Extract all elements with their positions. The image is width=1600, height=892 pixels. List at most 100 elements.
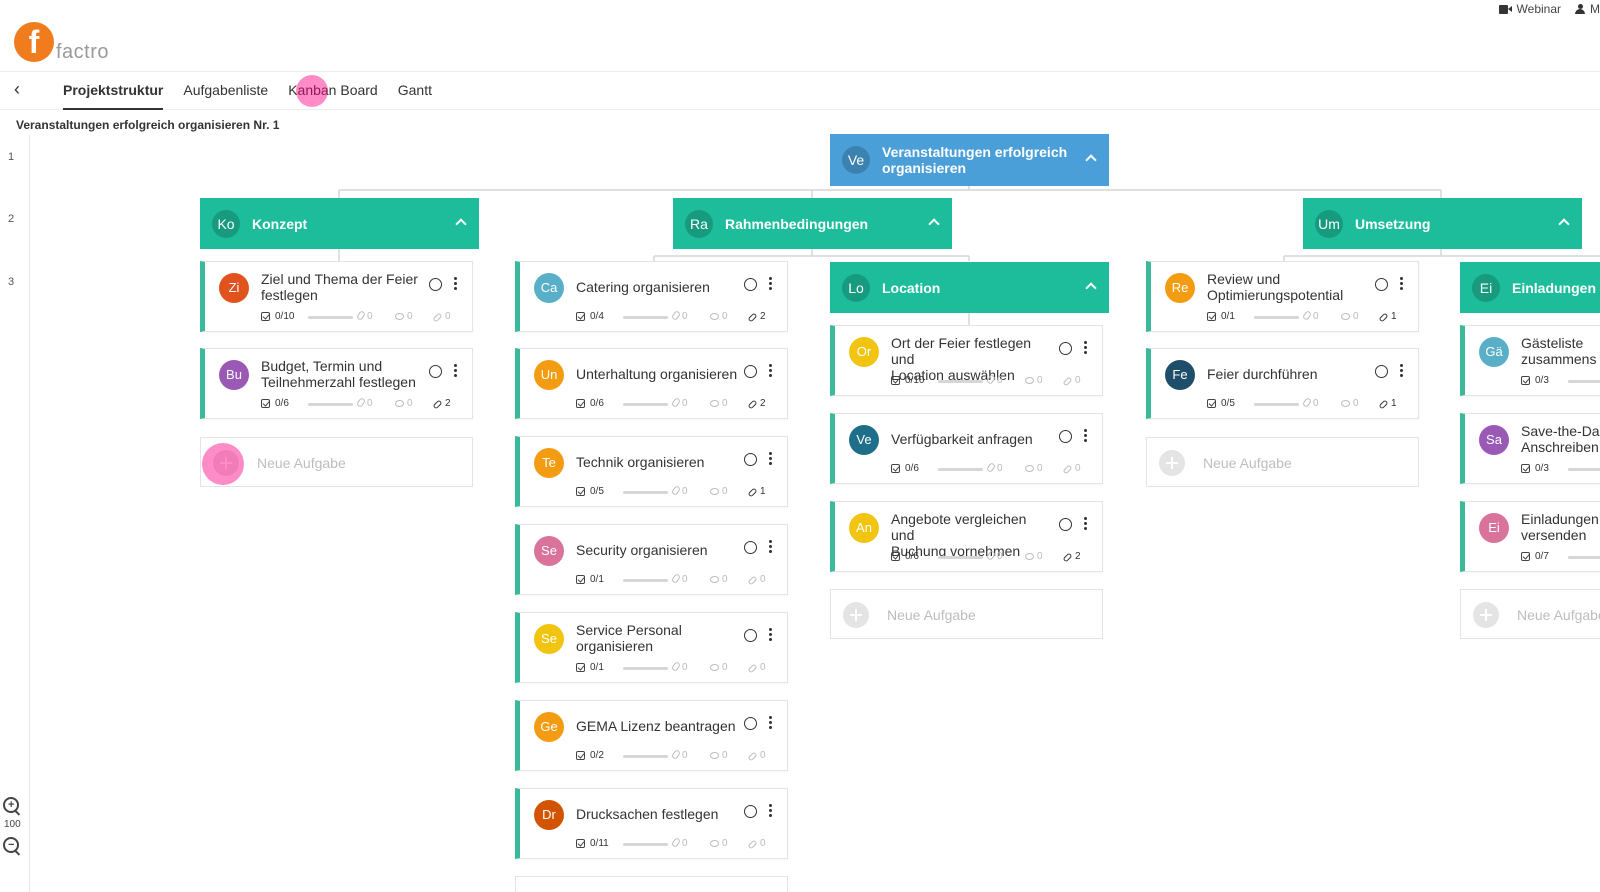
more-vertical-icon[interactable] [1084, 341, 1088, 355]
status-circle-icon[interactable] [1059, 518, 1072, 531]
tab-gantt[interactable]: Gantt [398, 72, 432, 110]
collapse-chevron-icon[interactable] [1085, 154, 1097, 166]
more-vertical-icon[interactable] [1400, 364, 1404, 378]
task-card[interactable]: Ca Catering organisieren 0/4 0 0 2 [515, 261, 788, 332]
collapse-chevron-icon[interactable] [1558, 218, 1570, 230]
root-package[interactable]: Ve Veranstaltungen erfolgreich organisie… [830, 134, 1109, 186]
status-circle-icon[interactable] [744, 541, 757, 554]
status-circle-icon[interactable] [744, 805, 757, 818]
task-card[interactable]: Se Security organisieren 0/1 0 0 0 [515, 524, 788, 595]
more-vertical-icon[interactable] [1084, 517, 1088, 531]
tab-projektstruktur[interactable]: Projektstruktur [63, 72, 164, 110]
progress-bar [623, 579, 668, 582]
level-column [0, 135, 30, 892]
more-vertical-icon[interactable] [454, 364, 458, 378]
task-title: GEMA Lizenz beantragen [576, 718, 736, 734]
task-card[interactable]: Un Unterhaltung organisieren 0/6 0 0 2 [515, 348, 788, 419]
more-vertical-icon[interactable] [1400, 277, 1404, 291]
task-card[interactable]: Or Ort der Feier festlegen und Location au… [830, 325, 1103, 396]
attachment-count: 0 [670, 573, 688, 585]
task-metrics: 0/5 0 0 1 [576, 485, 776, 499]
subtask-count: 0/6 [275, 398, 289, 409]
factro-logo[interactable]: f factro [14, 22, 134, 66]
task-card[interactable]: Ei Einladungen versenden 0/7 [1460, 501, 1600, 572]
more-vertical-icon[interactable] [769, 540, 773, 554]
status-circle-icon[interactable] [744, 717, 757, 730]
collapse-chevron-icon[interactable] [928, 218, 940, 230]
more-vertical-icon[interactable] [769, 804, 773, 818]
task-card[interactable]: Ge GEMA Lizenz beantragen 0/2 0 0 0 [515, 700, 788, 771]
tab-bar: ‹ Projektstruktur Aufgabenliste Kanban B… [0, 72, 1600, 110]
link-icon [432, 312, 443, 323]
package-umsetzung[interactable]: Um Umsetzung [1303, 198, 1582, 249]
plus-icon [1159, 450, 1185, 476]
collapse-chevron-icon[interactable] [455, 218, 467, 230]
task-card[interactable]: Re Review und Optimierungspotential 0/1 0 0 1 [1146, 261, 1419, 332]
task-card[interactable]: Se Service Personal organisieren 0/1 0 0 0 [515, 612, 788, 683]
comment-icon [1341, 400, 1350, 407]
package-location[interactable]: Lo Location [830, 262, 1109, 313]
link-count: 0 [432, 311, 451, 323]
more-vertical-icon[interactable] [454, 277, 458, 291]
progress-bar [623, 755, 668, 758]
comment-count: 0 [1341, 311, 1359, 322]
task-title: Security organisieren [576, 542, 708, 558]
task-card[interactable]: Zi Ziel und Thema der Feier festlegen 0/10 0… [200, 261, 473, 332]
task-card[interactable]: Gä Gästeliste zusammens 0/3 [1460, 325, 1600, 396]
status-circle-icon[interactable] [744, 629, 757, 642]
new-task-button[interactable]: Neue Aufgabe [1146, 437, 1419, 487]
package-avatar: Um [1315, 209, 1343, 238]
status-circle-icon[interactable] [1375, 278, 1388, 291]
package-title: Umsetzung [1355, 215, 1431, 232]
checklist-icon [891, 552, 900, 561]
package-rahmenbedingungen[interactable]: Ra Rahmenbedingungen [673, 198, 952, 249]
task-card[interactable]: Fe Feier durchführen 0/5 0 0 1 [1146, 348, 1419, 419]
checklist-icon [576, 663, 585, 672]
task-title: Drucksachen festlegen [576, 806, 719, 822]
link-icon [747, 839, 758, 850]
new-task-button-partial[interactable] [515, 876, 788, 892]
status-circle-icon[interactable] [744, 278, 757, 291]
status-circle-icon[interactable] [744, 453, 757, 466]
more-vertical-icon[interactable] [1084, 429, 1088, 443]
task-card[interactable]: Sa Save-the-Da Anschreiben 0/3 [1460, 413, 1600, 484]
comment-count: 0 [710, 311, 728, 322]
status-circle-icon[interactable] [1059, 430, 1072, 443]
task-card[interactable]: An Angebote vergleichen und Buchung vorneh… [830, 501, 1103, 572]
status-circle-icon[interactable] [429, 278, 442, 291]
subtask-count: 0/3 [1535, 463, 1549, 474]
collapse-chevron-icon[interactable] [1085, 282, 1097, 294]
zoom-out-icon[interactable]: − [3, 837, 21, 855]
new-task-button[interactable]: Neue Aufgabe [1460, 589, 1600, 639]
task-card[interactable]: Te Technik organisieren 0/5 0 0 1 [515, 436, 788, 507]
subtask-count: 0/2 [590, 750, 604, 761]
more-vertical-icon[interactable] [769, 452, 773, 466]
package-konzept[interactable]: Ko Konzept [200, 198, 479, 249]
new-task-button[interactable]: Neue Aufgabe [830, 589, 1103, 639]
logo-mark: f [14, 22, 54, 62]
new-task-label: Neue Aufgabe [1203, 455, 1292, 471]
status-circle-icon[interactable] [1375, 365, 1388, 378]
tab-aufgabenliste[interactable]: Aufgabenliste [183, 72, 268, 110]
user-menu[interactable]: M [1575, 2, 1600, 16]
new-task-label: Neue Aufgabe [257, 455, 346, 471]
more-vertical-icon[interactable] [769, 628, 773, 642]
comment-icon [1025, 377, 1034, 384]
task-card[interactable]: Ve Verfügbarkeit anfragen 0/6 0 0 0 [830, 413, 1103, 484]
task-card[interactable]: Dr Drucksachen festlegen 0/11 0 0 0 [515, 788, 788, 859]
attachment-count: 0 [1301, 310, 1319, 322]
task-card[interactable]: Bu Budget, Termin und Teilnehmerzahl festl… [200, 348, 473, 419]
package-einladungen[interactable]: Ei Einladungen [1460, 262, 1600, 313]
status-circle-icon[interactable] [1059, 342, 1072, 355]
zoom-in-icon[interactable]: + [3, 797, 21, 815]
level-number: 1 [8, 151, 15, 163]
paperclip-icon [670, 573, 682, 584]
more-vertical-icon[interactable] [769, 716, 773, 730]
status-circle-icon[interactable] [744, 365, 757, 378]
back-chevron-icon[interactable]: ‹ [14, 80, 28, 98]
paperclip-icon [355, 397, 367, 408]
status-circle-icon[interactable] [429, 365, 442, 378]
more-vertical-icon[interactable] [769, 277, 773, 291]
webinar-link[interactable]: Webinar [1498, 2, 1561, 16]
more-vertical-icon[interactable] [769, 364, 773, 378]
